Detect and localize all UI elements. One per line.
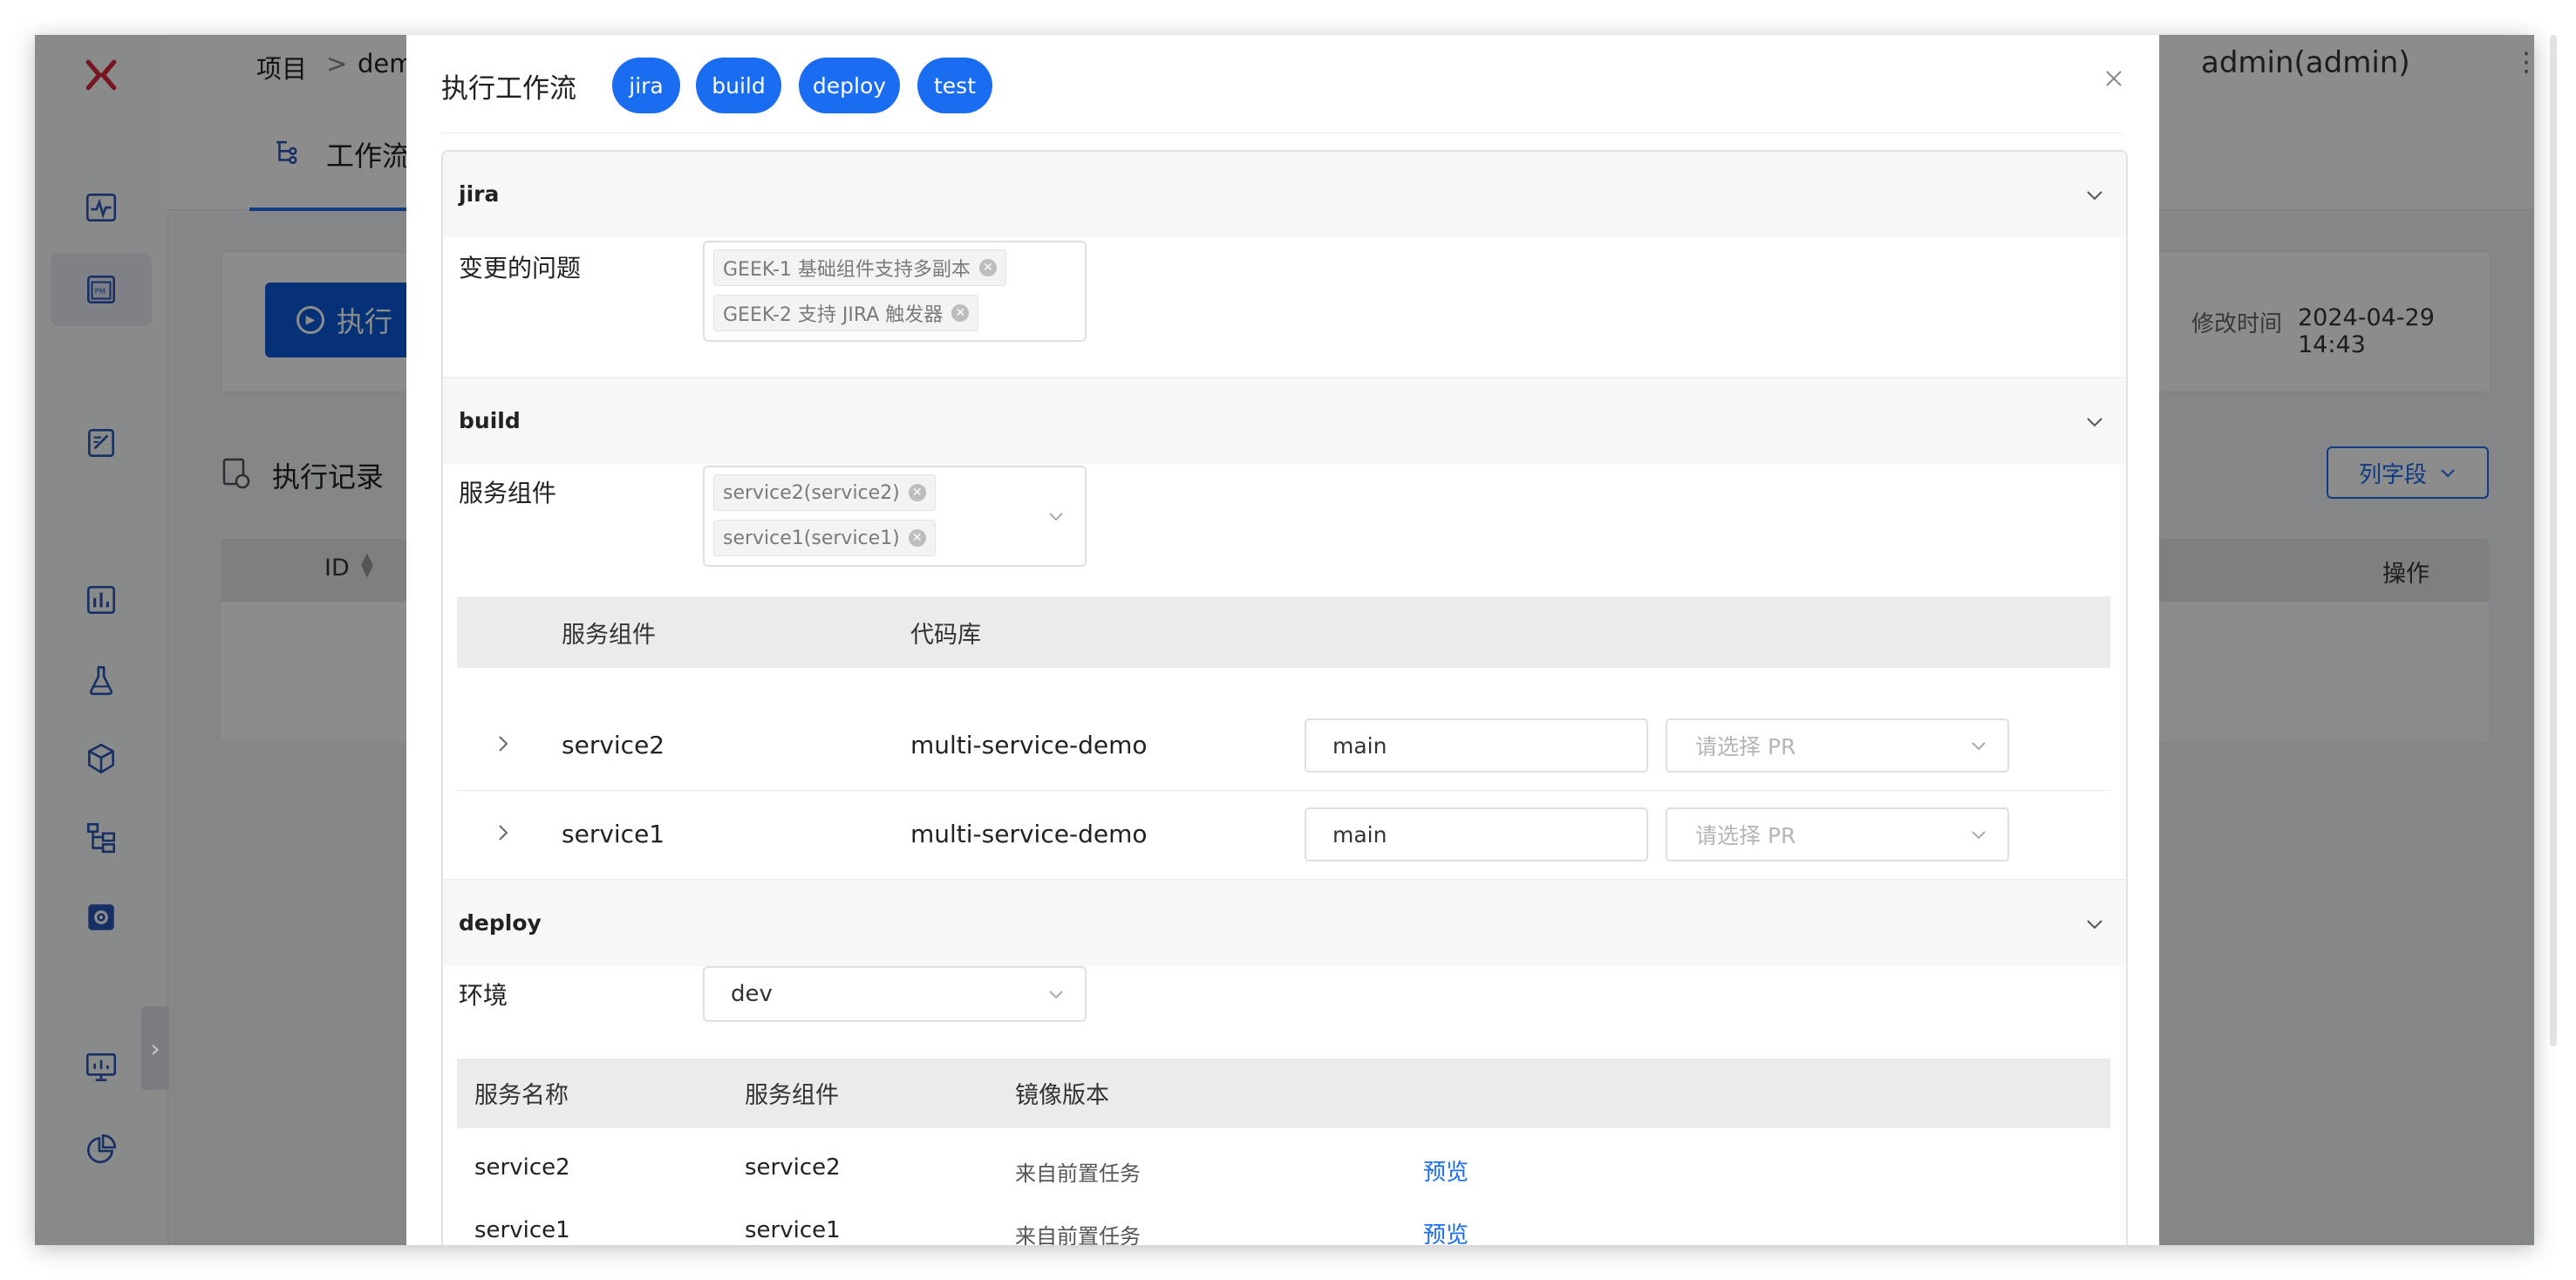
chevron-down-icon: [2087, 920, 2102, 929]
issue-tag-label: GEEK-2 支持 JIRA 触发器: [723, 304, 944, 326]
component-tag: service1(service1) ✕: [713, 520, 936, 556]
issues-select[interactable]: GEEK-1 基础组件支持多副本 ✕ GEEK-2 支持 JIRA 触发器 ✕: [703, 241, 1087, 342]
branch-input[interactable]: main: [1305, 807, 1648, 861]
modal-title: 执行工作流: [441, 73, 576, 105]
stage-name-jira: jira: [459, 181, 500, 207]
sidebar-collapse-handle[interactable]: ›: [141, 1006, 169, 1090]
stage-header-jira[interactable]: jira: [443, 152, 2126, 237]
env-select[interactable]: dev: [703, 966, 1087, 1022]
stage-pill-build[interactable]: build: [696, 58, 781, 113]
issue-tag: GEEK-2 支持 JIRA 触发器 ✕: [713, 295, 979, 331]
deploy-service-name: service2: [474, 1154, 570, 1181]
remove-tag-icon[interactable]: ✕: [951, 304, 970, 322]
branch-input-value: main: [1332, 821, 1387, 848]
branch-input-value: main: [1332, 732, 1387, 759]
stage-name-build: build: [459, 408, 521, 433]
deploy-image: 来自前置任务: [1015, 1224, 1141, 1245]
stage-form: jira 变更的问题 GEEK-1 基础组件支持多副本 ✕ GEEK-2 支持 J…: [441, 150, 2128, 1245]
th-component: 服务组件: [745, 1082, 839, 1109]
th-component: 服务组件: [562, 622, 656, 649]
run-workflow-modal: 执行工作流 jira build deploy test jira 变更的问题 …: [406, 35, 2159, 1245]
row-divider: [457, 790, 2110, 791]
build-table-header: 服务组件 代码库: [457, 596, 2110, 668]
remove-tag-icon[interactable]: ✕: [978, 259, 997, 276]
branch-input[interactable]: main: [1305, 718, 1648, 773]
build-repo-name: multi-service-demo: [910, 731, 1148, 759]
chevron-down-icon: [1972, 831, 1986, 840]
preview-link[interactable]: 预览: [1423, 1154, 1469, 1187]
deploy-table-header: 服务名称 服务组件 镜像版本: [457, 1059, 2110, 1128]
remove-tag-icon[interactable]: ✕: [908, 529, 926, 547]
stage-name-deploy: deploy: [459, 910, 542, 936]
app-window: PM 项目 > demo admin(admin) ⋮ 工作流 修改时间 202…: [35, 35, 2534, 1245]
th-repo: 代码库: [910, 622, 981, 649]
th-service-name: 服务名称: [474, 1082, 569, 1109]
pr-select[interactable]: 请选择 PR: [1666, 718, 2009, 773]
preview-link[interactable]: 预览: [1423, 1217, 1469, 1245]
env-select-value: dev: [731, 981, 773, 1007]
chevron-down-icon: [1049, 513, 1063, 521]
build-repo-name: multi-service-demo: [910, 820, 1148, 848]
component-tag-label: service2(service2): [723, 481, 900, 504]
component-tag-label: service1(service1): [723, 527, 900, 549]
chevron-right-icon[interactable]: [492, 821, 515, 844]
components-label: 服务组件: [459, 479, 557, 507]
component-tag: service2(service2) ✕: [713, 474, 936, 511]
deploy-image: 来自前置任务: [1015, 1161, 1141, 1186]
build-service-name: service1: [562, 820, 665, 848]
close-icon[interactable]: [2096, 61, 2131, 96]
issue-tag-label: GEEK-1 基础组件支持多副本: [723, 259, 971, 281]
issue-tag: GEEK-1 基础组件支持多副本 ✕: [713, 249, 1006, 286]
chevron-down-icon: [2087, 418, 2102, 427]
page-scrollbar[interactable]: [2550, 35, 2557, 1046]
chevron-down-icon: [2087, 191, 2102, 201]
th-image: 镜像版本: [1015, 1082, 1109, 1109]
stage-header-build[interactable]: build: [443, 378, 2126, 464]
chevron-down-icon: [1972, 742, 1986, 751]
issues-label: 变更的问题: [459, 254, 582, 283]
components-select[interactable]: service2(service2) ✕ service1(service1) ✕: [703, 466, 1087, 567]
pr-select-placeholder: 请选择 PR: [1695, 734, 1796, 759]
deploy-service-name: service1: [474, 1217, 570, 1243]
deploy-component: service2: [745, 1154, 841, 1181]
env-label: 环境: [459, 981, 508, 1010]
pr-select-placeholder: 请选择 PR: [1695, 823, 1796, 848]
deploy-component: service1: [745, 1217, 841, 1243]
stage-header-deploy[interactable]: deploy: [443, 881, 2126, 966]
chevron-right-icon[interactable]: [492, 732, 515, 755]
pr-select[interactable]: 请选择 PR: [1666, 807, 2009, 861]
stage-pill-jira[interactable]: jira: [612, 58, 680, 113]
remove-tag-icon[interactable]: ✕: [908, 484, 926, 501]
stage-pill-deploy[interactable]: deploy: [799, 58, 900, 113]
stage-pill-test[interactable]: test: [917, 58, 992, 113]
chevron-down-icon: [1049, 991, 1063, 999]
build-service-name: service2: [562, 731, 665, 759]
